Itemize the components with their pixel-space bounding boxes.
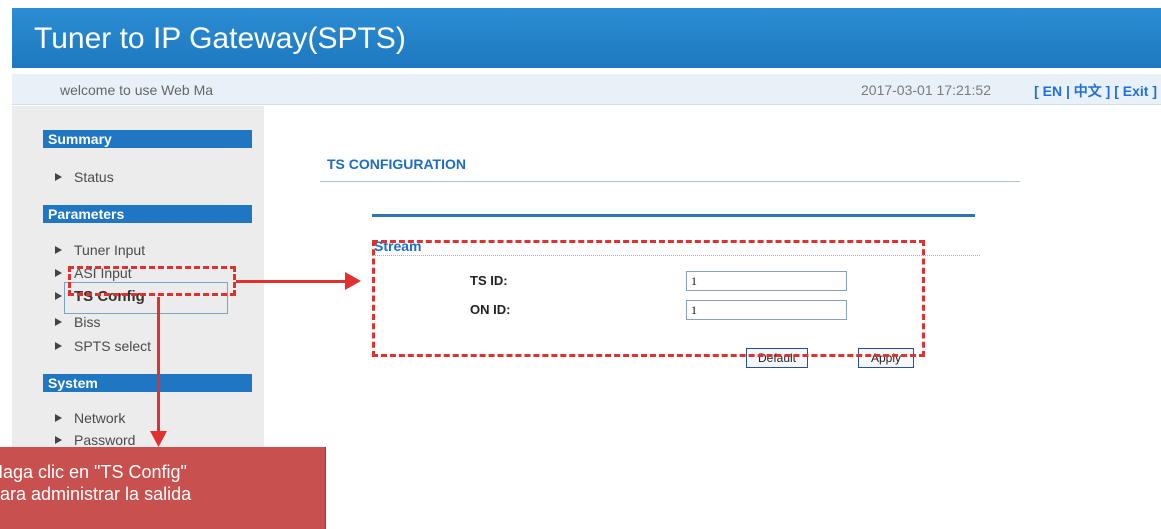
sidebar-item-biss[interactable]: Biss — [55, 313, 100, 331]
triangle-icon — [55, 292, 62, 300]
stream-divider — [372, 214, 975, 217]
datetime-text: 2017-03-01 17:21:52 — [861, 82, 991, 98]
arrow-right-icon — [345, 272, 361, 290]
arrow-line-horizontal — [236, 280, 349, 283]
highlight-stream-box — [372, 240, 925, 357]
sidebar-item-label: Status — [74, 169, 114, 185]
sidebar-item-network[interactable]: Network — [55, 409, 125, 427]
section-system: System — [43, 374, 252, 392]
instruction-callout: Haga clic en "TS Config" para administra… — [0, 447, 326, 529]
sidebar-item-spts-select[interactable]: SPTS select — [55, 337, 151, 355]
sidebar-item-label: Tuner Input — [74, 242, 146, 258]
triangle-icon — [55, 436, 62, 444]
section-parameters: Parameters — [43, 205, 252, 223]
sidebar-item-label: Password — [74, 432, 136, 448]
app-title: Tuner to IP Gateway(SPTS) — [34, 22, 406, 55]
sidebar-item-label: Biss — [74, 314, 101, 330]
highlight-ts-config-box — [68, 266, 236, 296]
sidebar-item-status[interactable]: Status — [55, 168, 114, 186]
triangle-icon — [55, 342, 62, 350]
triangle-icon — [55, 173, 62, 181]
language-exit-links[interactable]: [ EN | 中文 ] [ Exit ] — [1034, 81, 1157, 101]
sidebar-item-label: Network — [74, 410, 126, 426]
triangle-icon — [55, 269, 62, 277]
status-bar: welcome to use Web Ma 2017-03-01 17:21:5… — [12, 74, 1161, 105]
callout-line-2: para administrar la salida — [0, 484, 192, 504]
sidebar-item-tuner-input[interactable]: Tuner Input — [55, 241, 145, 259]
welcome-text: welcome to use Web Ma — [60, 82, 214, 98]
section-summary: Summary — [43, 130, 252, 148]
triangle-icon — [55, 414, 62, 422]
triangle-icon — [55, 318, 62, 326]
callout-line-1: Haga clic en "TS Config" — [0, 462, 187, 482]
page-title: TS CONFIGURATION — [327, 156, 466, 172]
title-divider — [320, 181, 1020, 182]
arrow-down-icon — [150, 431, 167, 447]
sidebar-item-label: SPTS select — [74, 338, 152, 354]
arrow-line-vertical — [157, 297, 160, 435]
app-header: Tuner to IP Gateway(SPTS) — [12, 8, 1161, 68]
triangle-icon — [55, 246, 62, 254]
